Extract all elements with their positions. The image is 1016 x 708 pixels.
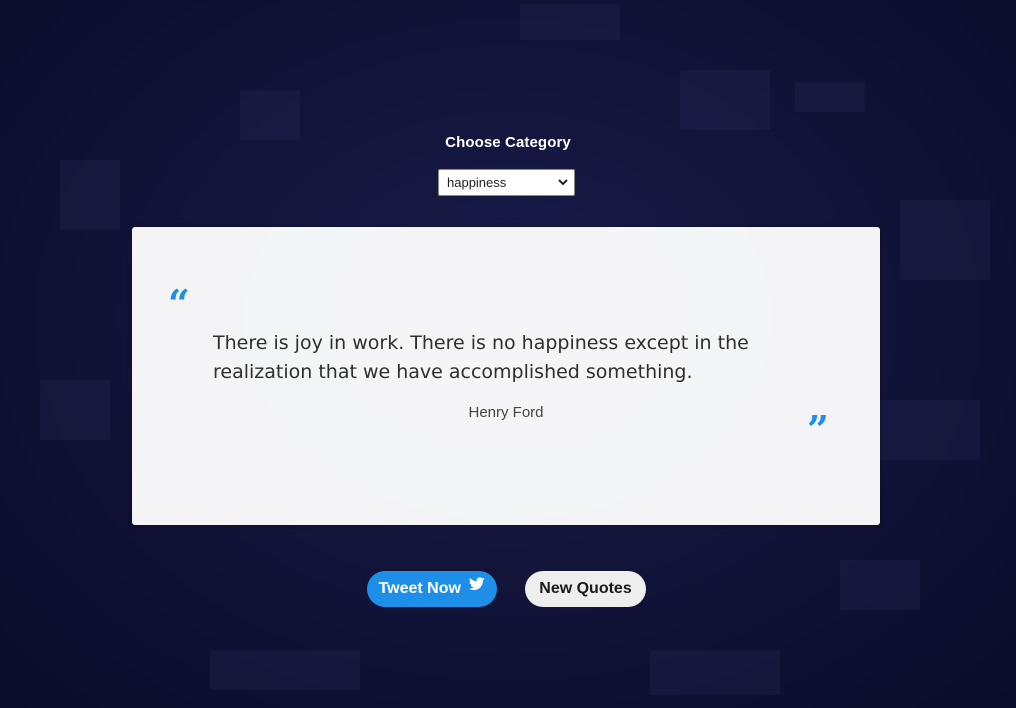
tweet-now-button[interactable]: Tweet Now: [367, 571, 497, 607]
category-select[interactable]: happiness: [438, 169, 575, 196]
quote-text: There is joy in work. There is no happin…: [213, 332, 749, 383]
new-quotes-button[interactable]: New Quotes: [525, 571, 646, 607]
category-select-value: happiness: [447, 175, 507, 190]
twitter-icon: [469, 569, 486, 605]
choose-category-label: Choose Category: [445, 134, 571, 151]
chevron-down-icon: [558, 170, 568, 204]
quote-author: Henry Ford: [468, 404, 544, 421]
close-quote-icon: ”: [807, 407, 829, 452]
tweet-now-label: Tweet Now: [378, 580, 461, 597]
open-quote-icon: “: [168, 281, 190, 326]
quote-card: “ There is joy in work. There is no happ…: [132, 227, 880, 525]
